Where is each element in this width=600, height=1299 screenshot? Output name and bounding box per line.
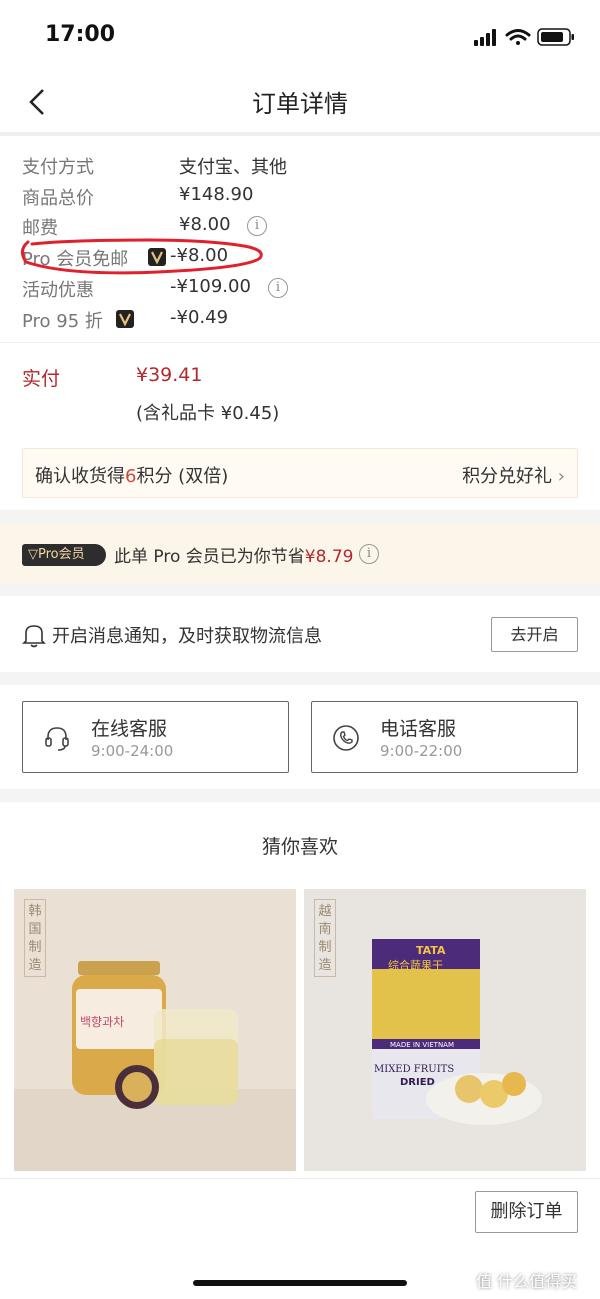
bag-english-name: MIXED FRUITS — [374, 1064, 455, 1075]
pro-savings-text: 此单 Pro 会员已为你节省¥8.79 — [114, 547, 354, 567]
pro-info-icon[interactable]: i — [359, 544, 379, 564]
section-gap — [0, 672, 600, 685]
product-card[interactable]: 越南制造 TATA 综合蔬果干 MADE IN VIETNAM MIXED FR… — [304, 889, 586, 1171]
paid-amount: ¥39.41 — [136, 364, 203, 386]
delete-order-button[interactable]: 删除订单 — [475, 1191, 578, 1233]
home-indicator[interactable] — [193, 1280, 407, 1286]
dried-fruit-bag-image — [304, 889, 586, 1171]
status-time: 17:00 — [45, 22, 116, 47]
bag-brand: TATA — [416, 944, 446, 957]
promotion-info-icon[interactable]: i — [268, 278, 288, 298]
origin-badge: 韩国制造 — [24, 899, 46, 977]
points-exchange-link[interactable]: 积分兑好礼 › — [462, 462, 565, 488]
section-divider — [0, 342, 600, 343]
origin-badge: 越南制造 — [314, 899, 336, 977]
phone-service-button[interactable]: 电话客服 9:00-22:00 — [311, 701, 578, 773]
goods-total-value: ¥148.90 — [179, 184, 254, 205]
bag-made-in: MADE IN VIETNAM — [390, 1041, 455, 1049]
payment-method-value: 支付宝、其他 — [179, 157, 287, 178]
pro-discount-value: -¥0.49 — [170, 307, 229, 328]
pro-member-tag: ▽Pro会员 — [22, 544, 106, 566]
pro-discount-label: Pro 95 折 — [22, 311, 103, 332]
notify-text: 开启消息通知，及时获取物流信息 — [52, 626, 322, 647]
enable-notify-button[interactable]: 去开启 — [491, 617, 578, 652]
handwritten-circle-annotation — [21, 238, 263, 275]
jar-label: 백향과차 — [80, 1015, 125, 1029]
recommend-title: 猜你喜欢 — [261, 836, 338, 858]
online-service-button[interactable]: 在线客服 9:00-24:00 — [22, 701, 289, 773]
bag-name: 综合蔬果干 — [388, 959, 443, 972]
bag-english-sub: DRIED — [400, 1077, 435, 1088]
payment-method-label: 支付方式 — [22, 157, 94, 178]
watermark: 值 什么值得买 — [476, 1272, 578, 1291]
headset-icon — [45, 727, 69, 751]
product-card[interactable]: 韩国制造 백향과차 — [14, 889, 296, 1171]
points-text: 确认收货得6积分 (双倍) — [35, 466, 229, 487]
phone-icon — [333, 725, 359, 751]
phone-service-title: 电话客服 — [380, 718, 457, 740]
page-title: 订单详情 — [252, 90, 348, 118]
battery-icon — [537, 28, 574, 46]
gift-card-note: (含礼品卡 ¥0.45) — [136, 403, 280, 424]
section-gap — [0, 789, 600, 802]
points-banner[interactable]: 确认收货得6积分 (双倍) 积分兑好礼 › — [22, 448, 578, 498]
bell-icon — [22, 625, 46, 648]
header-divider — [0, 132, 600, 136]
chevron-right-icon: › — [557, 466, 565, 487]
section-gap — [0, 510, 600, 523]
signal-icon — [474, 29, 496, 46]
pro-v-badge-icon — [116, 310, 134, 328]
paid-label: 实付 — [22, 368, 61, 390]
phone-service-hours: 9:00-22:00 — [380, 742, 463, 760]
goods-total-label: 商品总价 — [22, 188, 94, 209]
online-service-title: 在线客服 — [91, 718, 168, 740]
passion-fruit-tea-image — [14, 889, 296, 1171]
section-gap — [0, 583, 600, 596]
status-icons — [474, 28, 574, 46]
online-service-hours: 9:00-24:00 — [91, 742, 174, 760]
wifi-icon — [505, 29, 531, 45]
